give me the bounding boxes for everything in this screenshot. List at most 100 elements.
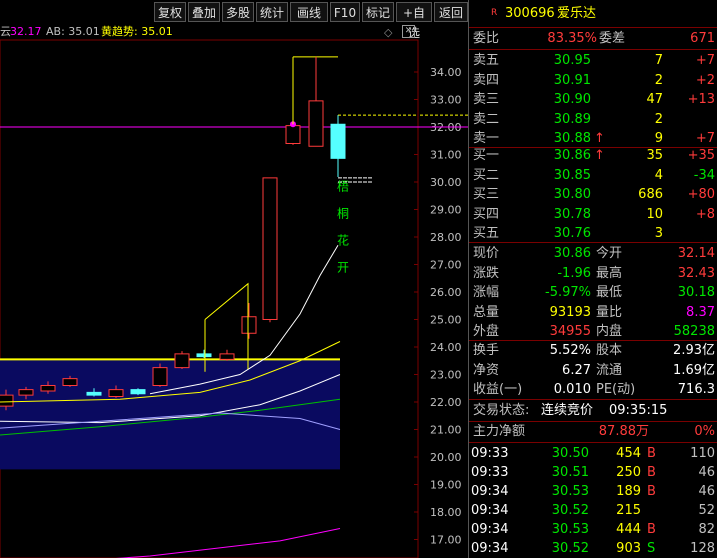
trade-time: 09:35:15 xyxy=(609,403,668,418)
candle-body xyxy=(262,177,278,320)
stats2-row-0: 换手 5.52% 股本 2.93亿 xyxy=(469,341,717,360)
stats1-row-4: 外盘 34955 内盘 58238 xyxy=(469,322,717,341)
stat-value: 2.93亿 xyxy=(673,343,715,358)
candle-body xyxy=(40,385,56,392)
buys-price: 30.85 xyxy=(553,167,591,183)
stat-label: 今开 xyxy=(596,246,623,261)
stat-label: 股本 xyxy=(596,343,623,358)
close-icon[interactable]: ✕ xyxy=(402,25,415,38)
tick-count: 82 xyxy=(698,522,715,537)
candle-body xyxy=(219,353,235,360)
chart-toolbar: 复权 叠加 多股 统计 画线 F10 标记 +自选 返回 xyxy=(0,0,468,40)
buys-price: 30.78 xyxy=(553,206,591,222)
buys-volume: 35 xyxy=(646,148,663,163)
stat-value: 8.37 xyxy=(686,304,715,320)
main-flow-value: 87.88万 xyxy=(598,424,649,439)
buys-label: 买三 xyxy=(473,187,500,202)
tick-volume: 903 xyxy=(616,541,641,556)
y-tick-label: 18.00 xyxy=(430,506,462,519)
tick-volume: 215 xyxy=(616,503,641,518)
candle-body xyxy=(0,394,14,407)
stat-label: 涨幅 xyxy=(473,285,500,300)
tick-side: B xyxy=(647,522,656,537)
toolbar-button-8[interactable]: 返回 xyxy=(434,2,468,22)
stat-value: 1.69亿 xyxy=(673,362,715,378)
sells-change: +2 xyxy=(695,72,715,88)
y-tick-label: 27.00 xyxy=(430,259,462,272)
buys-row-0: 买一 30.86 ↑ 35 +35 xyxy=(469,146,717,165)
stat-label: PE(动) xyxy=(596,382,636,397)
weibi-label: 委比 xyxy=(473,31,500,46)
buys-row-4: 买五 30.76 3 xyxy=(469,224,717,243)
buys-label: 买五 xyxy=(473,226,500,241)
tick-time: 09:34 xyxy=(471,503,509,518)
y-tick-label: 28.00 xyxy=(430,231,462,244)
panel-divider xyxy=(469,399,717,400)
y-tick-label: 20.00 xyxy=(430,451,462,464)
annotation-char: 开 xyxy=(337,260,349,274)
trade-status-row: 交易状态: 连续竞价 09:35:15 xyxy=(469,401,717,420)
toolbar-button-3[interactable]: 统计 xyxy=(256,2,288,22)
sells-volume: 7 xyxy=(654,53,663,68)
tick-volume: 454 xyxy=(616,446,641,461)
quote-panel: R 300696 爱乐达 委比 83.35% 委差 671 卖五 30.95 7 +7 卖四 30.91… xyxy=(468,0,717,558)
sells-label: 卖五 xyxy=(473,53,500,68)
stat-value: 93193 xyxy=(549,304,591,320)
y-tick-label: 21.00 xyxy=(430,424,462,437)
r-badge: R xyxy=(491,8,498,18)
toolbar-button-0[interactable]: 复权 xyxy=(154,2,186,22)
tick-price: 30.51 xyxy=(551,465,589,480)
buys-label: 买二 xyxy=(473,167,500,183)
weicha-value: 671 xyxy=(690,31,715,46)
toolbar-button-4[interactable]: 画线 xyxy=(290,2,328,22)
tick-count: 110 xyxy=(690,446,715,461)
toolbar-button-2[interactable]: 多股 xyxy=(222,2,254,22)
buys-label: 买一 xyxy=(473,148,500,163)
stat-value: 34955 xyxy=(549,324,591,339)
buys-row-1: 买二 30.85 4 -34 xyxy=(469,166,717,185)
stat-label: 流通 xyxy=(596,362,623,378)
toolbar-button-1[interactable]: 叠加 xyxy=(188,2,220,22)
buys-label: 买四 xyxy=(473,206,500,222)
stat-value: 58238 xyxy=(673,324,715,339)
toolbar-button-7[interactable]: +自选 xyxy=(396,2,432,40)
weicha-label: 委差 xyxy=(599,31,626,46)
stock-name: 爱乐达 xyxy=(557,6,597,21)
y-tick-label: 31.00 xyxy=(430,149,462,162)
weibi-value: 83.35% xyxy=(547,31,597,46)
stat-label: 收益(一) xyxy=(473,382,523,397)
sells-price: 30.91 xyxy=(553,72,591,88)
tick-time: 09:34 xyxy=(471,541,509,556)
candle-body xyxy=(130,389,146,395)
tick-row-5: 09:34 30.52 903 S 128 xyxy=(469,539,717,558)
annotation-char: 花 xyxy=(337,232,349,247)
stat-label: 外盘 xyxy=(473,324,500,339)
candle-body xyxy=(196,353,212,358)
buys-change: +80 xyxy=(687,187,715,202)
stat-value: 30.18 xyxy=(677,285,715,300)
sells-row-1: 卖四 30.91 2 +2 xyxy=(469,71,717,90)
tick-count: 46 xyxy=(698,465,715,480)
toolbar-button-6[interactable]: 标记 xyxy=(362,2,394,22)
annotation-char: 梧 xyxy=(337,178,349,193)
toolbar-button-5[interactable]: F10 xyxy=(330,2,360,22)
sells-row-0: 卖五 30.95 7 +7 xyxy=(469,51,717,70)
tick-price: 30.50 xyxy=(551,446,589,461)
y-tick-label: 29.00 xyxy=(430,204,462,217)
candle-body xyxy=(308,100,324,147)
stat-label: 总量 xyxy=(473,304,500,320)
stat-label: 最高 xyxy=(596,265,623,281)
sells-label: 卖三 xyxy=(473,92,500,107)
candle-body xyxy=(108,389,124,397)
stat-value: 30.86 xyxy=(553,246,591,261)
panel-divider xyxy=(469,242,717,243)
diamond-icon[interactable]: ◇ xyxy=(384,26,392,39)
main-flow-label: 主力净额 xyxy=(473,424,526,439)
kline-chart[interactable]: 34.00 33.00 32.00 31.00 30.00 29.00 28.00 27.00… xyxy=(0,24,468,558)
tick-row-3: 09:34 30.52 215 52 xyxy=(469,501,717,520)
y-tick-label: 33.00 xyxy=(430,94,462,107)
buys-volume: 3 xyxy=(654,226,663,241)
stat-value: 32.43 xyxy=(677,265,715,281)
tick-time: 09:34 xyxy=(471,522,509,537)
stat-value: 6.27 xyxy=(562,362,591,378)
